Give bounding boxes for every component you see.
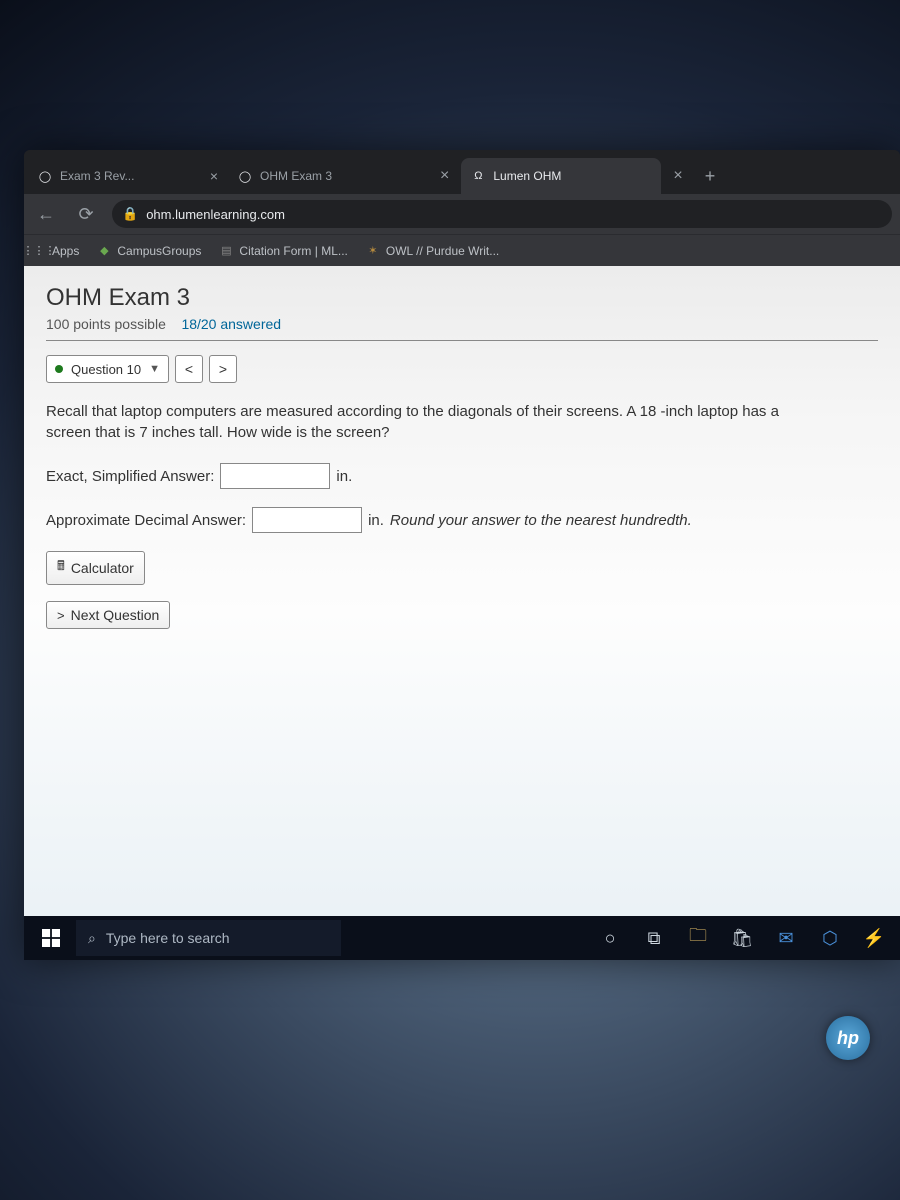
exact-answer-label: Exact, Simplified Answer: [46,468,214,485]
approx-unit: in. [368,512,384,529]
tab-title: Exam 3 Rev... [60,169,202,183]
hp-logo: hp [826,1016,870,1060]
start-button[interactable] [30,920,72,956]
close-icon[interactable]: × [210,168,218,184]
calculator-icon: 🖩 [57,557,65,579]
mail-icon[interactable]: ✉ [766,920,806,956]
exact-answer-row: Exact, Simplified Answer: in. [46,463,878,489]
taskbar: ⌕ Type here to search ○ ⧉ 🗀 🛍 ✉ ⬡ ⚡ [24,916,900,960]
doc-icon: ▤ [219,244,233,258]
exact-unit: in. [336,468,352,485]
circle-icon: ◯ [238,169,252,183]
browser-window: ◯ Exam 3 Rev... × ◯ OHM Exam 3 × Ω Lumen… [24,150,900,960]
hp-label: hp [837,1028,859,1049]
approx-answer-row: Approximate Decimal Answer: in. Round yo… [46,507,878,533]
bookmark-owl[interactable]: ✶ OWL // Purdue Writ... [366,244,499,258]
exam-title: OHM Exam 3 [46,284,878,312]
approx-answer-input[interactable] [252,507,362,533]
status-dot-icon [55,365,63,373]
tab-3-active[interactable]: Ω Lumen OHM [461,158,661,194]
campus-icon: ◆ [97,244,111,258]
store-icon[interactable]: 🛍 [722,920,762,956]
calculator-label: Calculator [71,560,134,576]
search-icon: ⌕ [88,930,96,947]
tab-2[interactable]: ◯ OHM Exam 3 [228,158,428,194]
task-view-icon[interactable]: ⧉ [634,920,674,956]
back-button[interactable]: ← [32,200,60,228]
bookmarks-bar: ⋮⋮⋮ Apps ◆ CampusGroups ▤ Citation Form … [24,234,900,266]
tab-strip: ◯ Exam 3 Rev... × ◯ OHM Exam 3 × Ω Lumen… [24,150,900,194]
next-question-label: Next Question [71,607,160,623]
owl-icon: ✶ [366,244,380,258]
approx-hint: Round your answer to the nearest hundred… [390,512,692,529]
close-icon[interactable]: × [661,167,694,185]
url-host: ohm.lumenlearning.com [146,207,285,222]
chevron-down-icon: ▼ [149,363,160,375]
windows-icon [42,929,60,947]
exam-meta: 100 points possible 18/20 answered [46,316,878,332]
address-bar: ← ⟳ 🔒 ohm.lumenlearning.com [24,194,900,234]
file-explorer-icon[interactable]: 🗀 [678,920,718,956]
taskbar-search[interactable]: ⌕ Type here to search [76,920,341,956]
page-content: OHM Exam 3 100 points possible 18/20 ans… [24,266,900,960]
url-box[interactable]: 🔒 ohm.lumenlearning.com [112,200,892,228]
omega-icon: Ω [471,169,485,183]
exact-answer-input[interactable] [220,463,330,489]
circle-icon: ◯ [38,169,52,183]
search-placeholder: Type here to search [106,930,230,946]
app-icon[interactable]: ⚡ [854,920,894,956]
bookmark-label: OWL // Purdue Writ... [386,244,499,258]
chevron-right-icon: > [57,608,65,623]
bookmark-label: Apps [52,244,79,258]
question-text: Recall that laptop computers are measure… [46,401,826,443]
prev-question-button[interactable]: < [175,355,203,383]
tab-title: Lumen OHM [493,169,651,183]
bookmark-campusgroups[interactable]: ◆ CampusGroups [97,244,201,258]
bookmark-apps[interactable]: ⋮⋮⋮ Apps [32,244,79,258]
question-selector-label: Question 10 [71,362,141,377]
bookmark-label: Citation Form | ML... [239,244,347,258]
question-nav-row: Question 10 ▼ < > [46,355,878,383]
bookmark-label: CampusGroups [117,244,201,258]
cortana-icon[interactable]: ○ [590,920,630,956]
reload-button[interactable]: ⟳ [72,200,100,228]
close-icon[interactable]: × [428,167,461,185]
next-question-button[interactable]: > [209,355,237,383]
lock-icon: 🔒 [122,206,138,222]
answered-count: 18/20 answered [181,316,281,332]
tab-title: OHM Exam 3 [260,169,418,183]
question-selector[interactable]: Question 10 ▼ [46,355,169,383]
points-possible: 100 points possible [46,316,166,332]
bookmark-citation[interactable]: ▤ Citation Form | ML... [219,244,347,258]
tab-1[interactable]: ◯ Exam 3 Rev... × [28,158,228,194]
calculator-button[interactable]: 🖩 Calculator [46,551,145,585]
apps-icon: ⋮⋮⋮ [32,244,46,258]
next-question-button-main[interactable]: > Next Question [46,601,170,629]
dropbox-icon[interactable]: ⬡ [810,920,850,956]
approx-answer-label: Approximate Decimal Answer: [46,512,246,529]
divider [46,340,878,341]
new-tab-button[interactable]: + [695,166,726,187]
